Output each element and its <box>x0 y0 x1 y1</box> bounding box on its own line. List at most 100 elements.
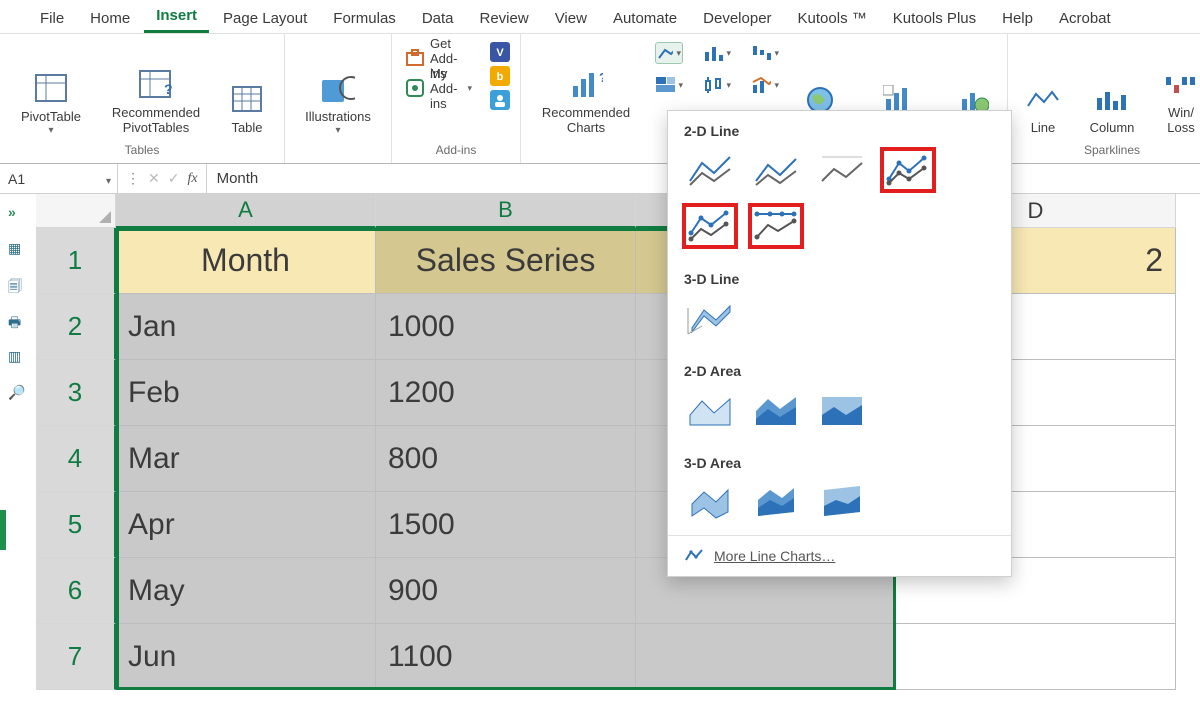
cell-B4[interactable]: 800 <box>376 426 636 492</box>
tab-data[interactable]: Data <box>410 6 466 33</box>
insert-column-chart-button[interactable] <box>703 42 731 64</box>
left-pane: » ▦ 🗐 🖶 ▥ 🔎 <box>0 194 36 402</box>
tab-file[interactable]: File <box>28 6 76 33</box>
bing-icon[interactable]: b <box>490 66 510 86</box>
row-header-3[interactable]: 3 <box>36 360 116 426</box>
cell-A5[interactable]: Apr <box>116 492 376 558</box>
find-icon[interactable]: 🔎 <box>8 384 28 402</box>
insert-combo-chart-button[interactable] <box>751 74 779 96</box>
row-header-7[interactable]: 7 <box>36 624 116 690</box>
svg-text:?: ? <box>164 81 173 97</box>
insert-hierarchy-chart-button[interactable] <box>655 74 683 96</box>
group-illustrations: Illustrations ▾ <box>285 34 392 163</box>
cell-A3[interactable]: Feb <box>116 360 376 426</box>
cell-A7[interactable]: Jun <box>116 624 376 690</box>
cell-D7[interactable] <box>896 624 1176 690</box>
cancel-icon[interactable]: ✕ <box>148 170 160 187</box>
cell-A4[interactable]: Mar <box>116 426 376 492</box>
chart-stacked-line-markers[interactable] <box>682 203 738 249</box>
cell-B6[interactable]: 900 <box>376 558 636 624</box>
tab-insert[interactable]: Insert <box>144 3 209 33</box>
sparkline-line-button[interactable]: Line <box>1018 40 1068 136</box>
tab-automate[interactable]: Automate <box>601 6 689 33</box>
people-icon[interactable] <box>490 90 510 110</box>
recommended-pivottables-icon: ? <box>139 68 173 102</box>
chart-3d-100-stacked-area[interactable] <box>814 479 870 525</box>
chevron-down-icon: ▾ <box>48 125 53 137</box>
illustrations-button[interactable]: Illustrations ▾ <box>295 40 381 136</box>
cell-A2[interactable]: Jan <box>116 294 376 360</box>
group-tables: PivotTable ▾ ? Recommended PivotTables T… <box>0 34 285 163</box>
column-list-icon[interactable]: ▥ <box>8 348 28 366</box>
tab-review[interactable]: Review <box>468 6 541 33</box>
group-label-sparklines: Sparklines <box>1084 141 1140 161</box>
ribbon-tabs: File Home Insert Page Layout Formulas Da… <box>0 0 1200 34</box>
chart-line-markers[interactable] <box>880 147 936 193</box>
pivottable-button[interactable]: PivotTable ▾ <box>10 40 92 136</box>
chart-3d-stacked-area[interactable] <box>748 479 804 525</box>
tab-kutools-plus[interactable]: Kutools Plus <box>881 6 988 33</box>
expand-pane-icon[interactable]: » <box>8 204 28 222</box>
tab-developer[interactable]: Developer <box>691 6 783 33</box>
row-header-5[interactable]: 5 <box>36 492 116 558</box>
cell-B2[interactable]: 1000 <box>376 294 636 360</box>
chart-stacked-area[interactable] <box>748 387 804 433</box>
insert-line-chart-button[interactable] <box>655 42 683 64</box>
sparkline-winloss-icon <box>1164 68 1198 102</box>
row-header-4[interactable]: 4 <box>36 426 116 492</box>
cell-B7[interactable]: 1100 <box>376 624 636 690</box>
group-label-addins: Add-ins <box>436 141 477 161</box>
row-header-2[interactable]: 2 <box>36 294 116 360</box>
chart-area[interactable] <box>682 387 738 433</box>
chart-3d-area[interactable] <box>682 479 738 525</box>
tab-home[interactable]: Home <box>78 6 142 33</box>
row-header-1[interactable]: 1 <box>36 228 116 294</box>
my-addins-button[interactable]: My Add-ins ▾ <box>402 76 476 100</box>
workbook-icon[interactable]: ▦ <box>8 240 28 258</box>
visio-icon[interactable]: V <box>490 42 510 62</box>
cell-A6[interactable]: May <box>116 558 376 624</box>
print-icon[interactable]: 🖶 <box>8 312 28 330</box>
sparkline-column-button[interactable]: Column <box>1082 40 1142 136</box>
tab-kutools[interactable]: Kutools ™ <box>786 6 879 33</box>
cell-B3[interactable]: 1200 <box>376 360 636 426</box>
cell-C7[interactable] <box>636 624 896 690</box>
cell-A1[interactable]: Month <box>116 228 376 294</box>
fx-icon[interactable]: fx <box>187 171 197 187</box>
recommended-charts-button[interactable]: ? Recommended Charts <box>531 40 641 136</box>
line-chart-icon <box>684 548 704 564</box>
name-box[interactable]: A1 <box>0 164 118 193</box>
store-icon <box>406 48 424 68</box>
column-header-B[interactable]: B <box>376 194 636 228</box>
column-header-A[interactable]: A <box>116 194 376 228</box>
rows: 1 Month Sales Series 2 2 Jan 1000 3 Feb … <box>36 228 1200 690</box>
sparkline-winloss-button[interactable]: Win/ Loss <box>1156 40 1200 136</box>
autotext-icon[interactable]: 🗐 <box>8 276 28 294</box>
more-line-charts[interactable]: More Line Charts… <box>668 535 1011 576</box>
ribbon: PivotTable ▾ ? Recommended PivotTables T… <box>0 34 1200 164</box>
cell-B5[interactable]: 1500 <box>376 492 636 558</box>
table-button[interactable]: Table <box>220 40 274 136</box>
row-header-6[interactable]: 6 <box>36 558 116 624</box>
tab-page-layout[interactable]: Page Layout <box>211 6 319 33</box>
tab-help[interactable]: Help <box>990 6 1045 33</box>
chart-3d-line[interactable] <box>682 295 738 341</box>
chart-100-stacked-line-markers[interactable] <box>748 203 804 249</box>
addins-icon <box>406 78 424 98</box>
enter-icon[interactable]: ✓ <box>168 170 180 187</box>
select-all-corner[interactable] <box>36 194 116 228</box>
pane-handle[interactable] <box>0 510 6 550</box>
insert-statistic-chart-button[interactable] <box>703 74 731 96</box>
cell-B1[interactable]: Sales Series <box>376 228 636 294</box>
recommended-pivottables-button[interactable]: ? Recommended PivotTables <box>106 40 206 136</box>
pivottable-icon <box>34 72 68 106</box>
insert-waterfall-chart-button[interactable] <box>751 42 779 64</box>
tab-acrobat[interactable]: Acrobat <box>1047 6 1123 33</box>
tab-view[interactable]: View <box>543 6 599 33</box>
chart-line[interactable] <box>682 147 738 193</box>
tab-formulas[interactable]: Formulas <box>321 6 408 33</box>
flyout-section-2d-line: 2-D Line <box>668 111 1011 147</box>
chart-100-stacked-line[interactable] <box>814 147 870 193</box>
chart-stacked-line[interactable] <box>748 147 804 193</box>
chart-100-stacked-area[interactable] <box>814 387 870 433</box>
